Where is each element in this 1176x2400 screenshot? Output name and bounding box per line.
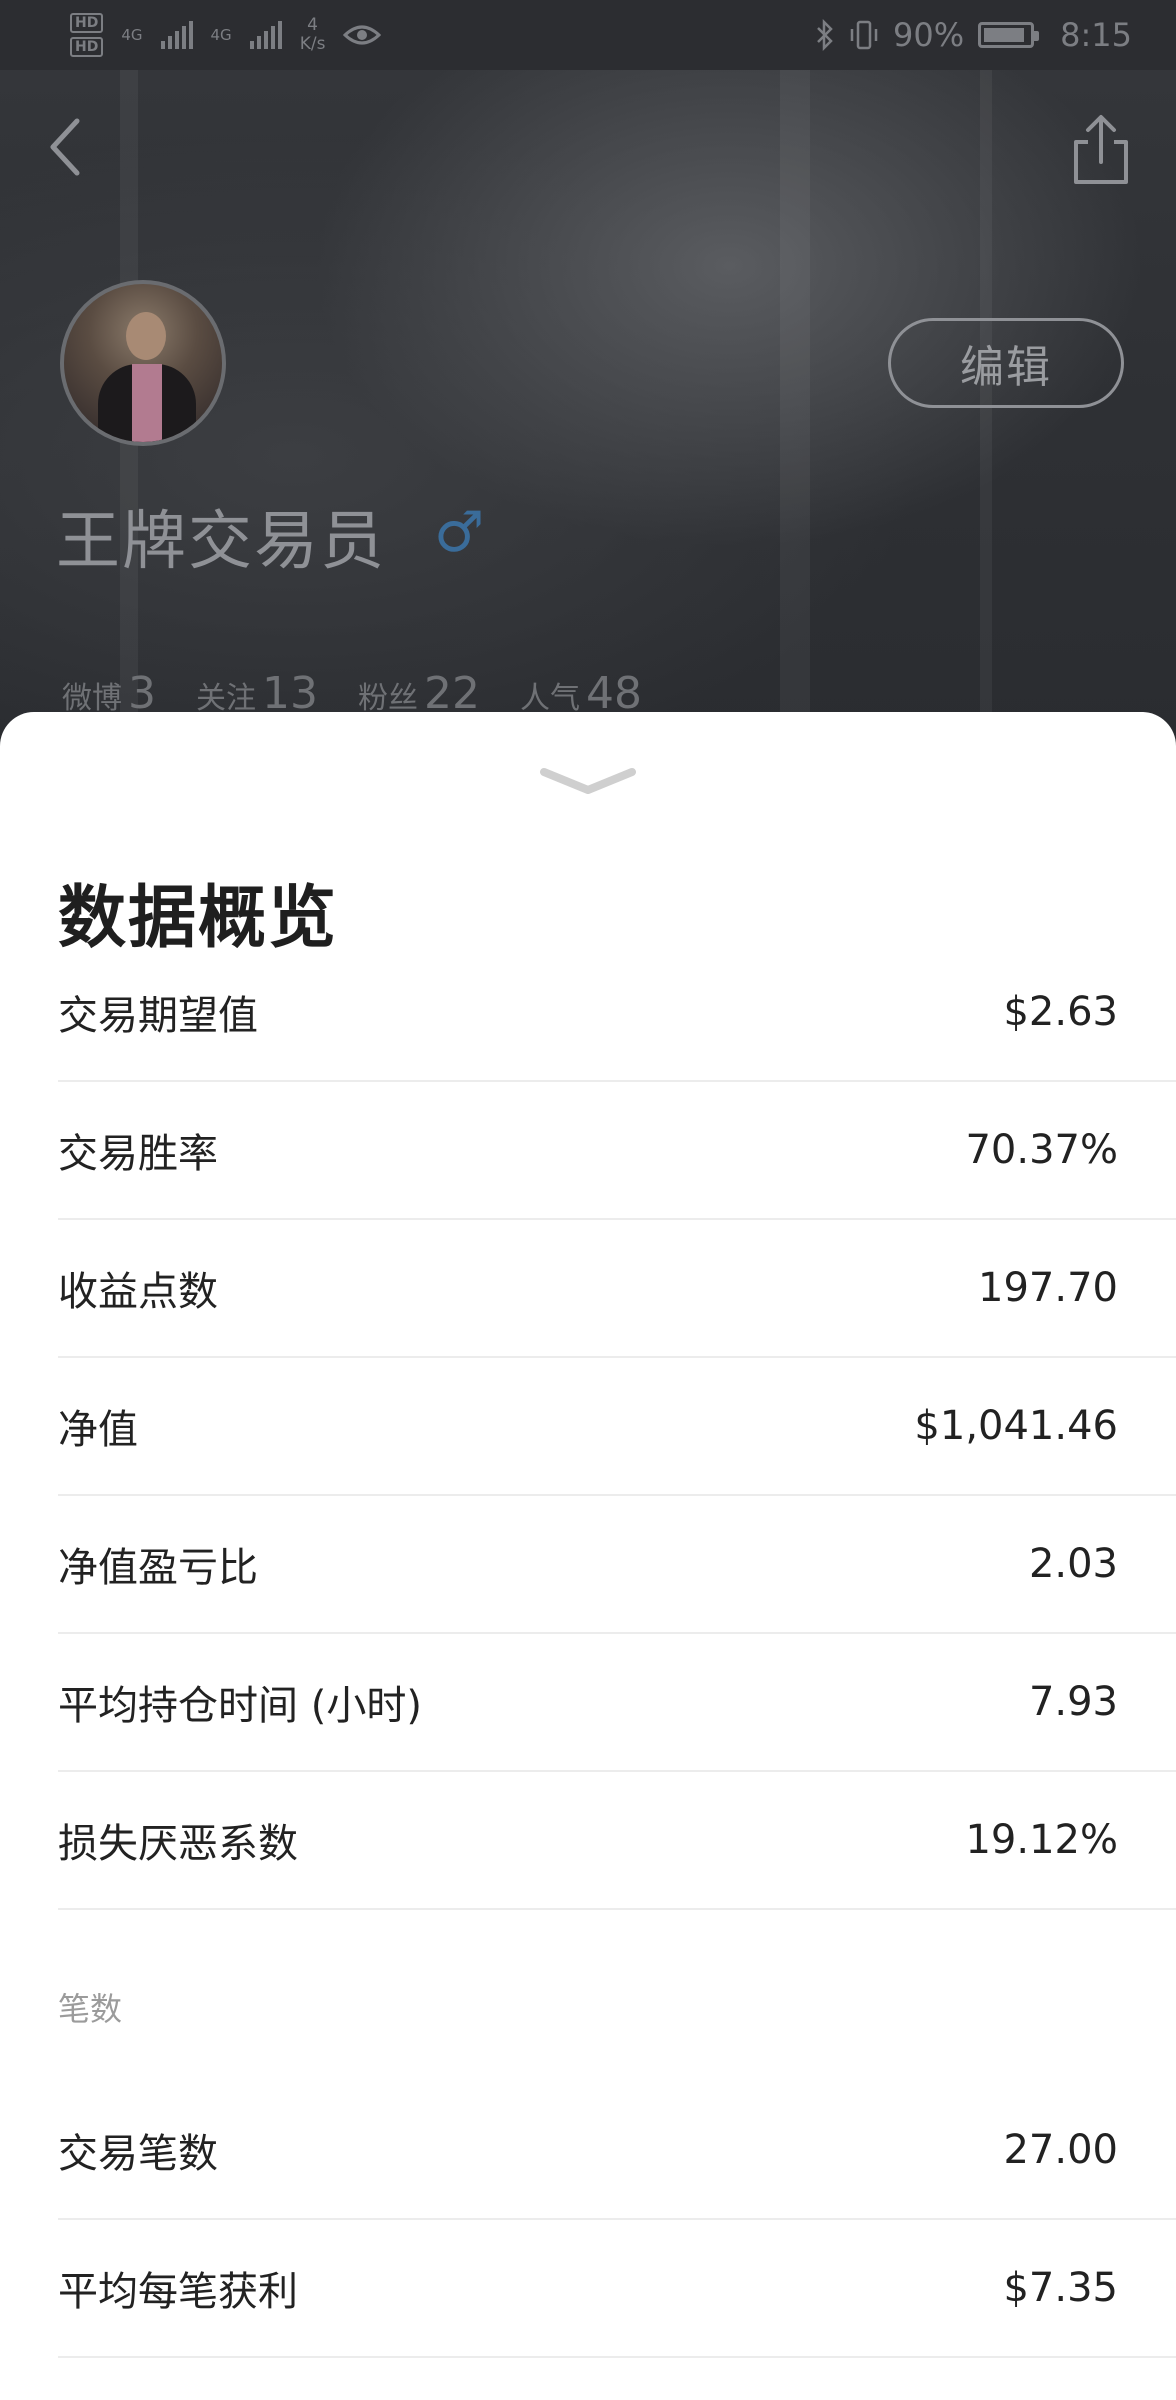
clock: 8:15 xyxy=(1060,16,1132,54)
row-label: 损失厌恶系数 xyxy=(58,1821,298,1867)
back-chevron-icon xyxy=(50,118,80,176)
network-type: 4G xyxy=(121,26,143,44)
row-label: 平均每笔获利 xyxy=(58,2269,298,2315)
network-speed: 4 K/s xyxy=(300,16,326,54)
row-value: $1,041.46 xyxy=(914,1403,1118,1449)
row-value: 7.93 xyxy=(1028,1679,1118,1725)
signal-icon xyxy=(160,21,193,49)
collapse-chevron-icon xyxy=(540,768,636,794)
row-value: 197.70 xyxy=(978,1265,1118,1311)
stat-label: 微博 xyxy=(62,681,122,716)
share-button[interactable] xyxy=(1066,112,1136,188)
stat-row: 交易笔数 27.00 xyxy=(58,2082,1176,2220)
male-gender-icon: ♂ xyxy=(434,500,485,565)
stat-label: 粉丝 xyxy=(358,681,418,716)
status-right: 90% 8:15 xyxy=(815,16,1132,54)
stat-row: 损失厌恶系数 19.12% xyxy=(58,1772,1176,1910)
background-decoration xyxy=(780,70,810,760)
row-value: $7.35 xyxy=(1003,2265,1118,2311)
row-label: 净值盈亏比 xyxy=(58,1545,258,1591)
avatar[interactable] xyxy=(60,280,226,446)
row-value: 27.00 xyxy=(1003,2127,1118,2173)
hd-badge: HD xyxy=(70,37,104,57)
stat-row: 平均持仓时间 (小时) 7.93 xyxy=(58,1634,1176,1772)
back-button[interactable] xyxy=(40,112,90,182)
battery-percent: 90% xyxy=(893,16,965,54)
stat-row: 收益点数 197.70 xyxy=(58,1220,1176,1358)
background-decoration xyxy=(980,70,992,760)
collapse-handle[interactable] xyxy=(538,762,638,802)
row-value: 70.37% xyxy=(965,1127,1118,1173)
edit-profile-button[interactable]: 编辑 xyxy=(888,318,1124,408)
hd-indicator: HD HD xyxy=(70,13,104,57)
network-speed-unit: K/s xyxy=(299,34,326,54)
row-value: 19.12% xyxy=(965,1817,1118,1863)
network-speed-value: 4 xyxy=(307,15,318,35)
signal-icon xyxy=(249,21,282,49)
stat-row: 交易胜率 70.37% xyxy=(58,1082,1176,1220)
bluetooth-icon xyxy=(817,19,833,51)
stat-row: 平均每笔获利 $7.35 xyxy=(58,2220,1176,2358)
stat-row: 净值盈亏比 2.03 xyxy=(58,1496,1176,1634)
row-value: $2.63 xyxy=(1003,989,1118,1035)
stat-label: 人气 xyxy=(520,681,580,716)
eye-icon xyxy=(343,25,382,45)
stat-label: 关注 xyxy=(196,681,256,716)
hd-badge: HD xyxy=(70,13,104,33)
data-overview-sheet: 数据概览 交易期望值 $2.63 交易胜率 70.37% 收益点数 197.70… xyxy=(0,712,1176,2400)
stat-row: 净值 $1,041.46 xyxy=(58,1358,1176,1496)
username: 王牌交易员 xyxy=(56,505,386,579)
row-label: 净值 xyxy=(58,1407,138,1453)
row-label: 交易笔数 xyxy=(58,2131,218,2177)
status-bar: HD HD 4G 4G 4 K/s 90% 8:15 xyxy=(0,0,1176,70)
section-label: 笔数 xyxy=(58,1990,123,2028)
share-icon xyxy=(1074,115,1128,184)
status-left: HD HD 4G 4G 4 K/s xyxy=(70,13,382,57)
row-label: 收益点数 xyxy=(58,1269,218,1315)
row-label: 交易胜率 xyxy=(58,1131,218,1177)
row-label: 平均持仓时间 (小时) xyxy=(58,1683,422,1729)
stat-row: 交易期望值 $2.63 xyxy=(58,944,1176,1082)
network-type: 4G xyxy=(210,26,232,44)
row-label: 交易期望值 xyxy=(58,993,258,1039)
battery-icon xyxy=(978,22,1040,48)
row-value: 2.03 xyxy=(1028,1541,1118,1587)
vibrate-icon xyxy=(850,20,878,50)
